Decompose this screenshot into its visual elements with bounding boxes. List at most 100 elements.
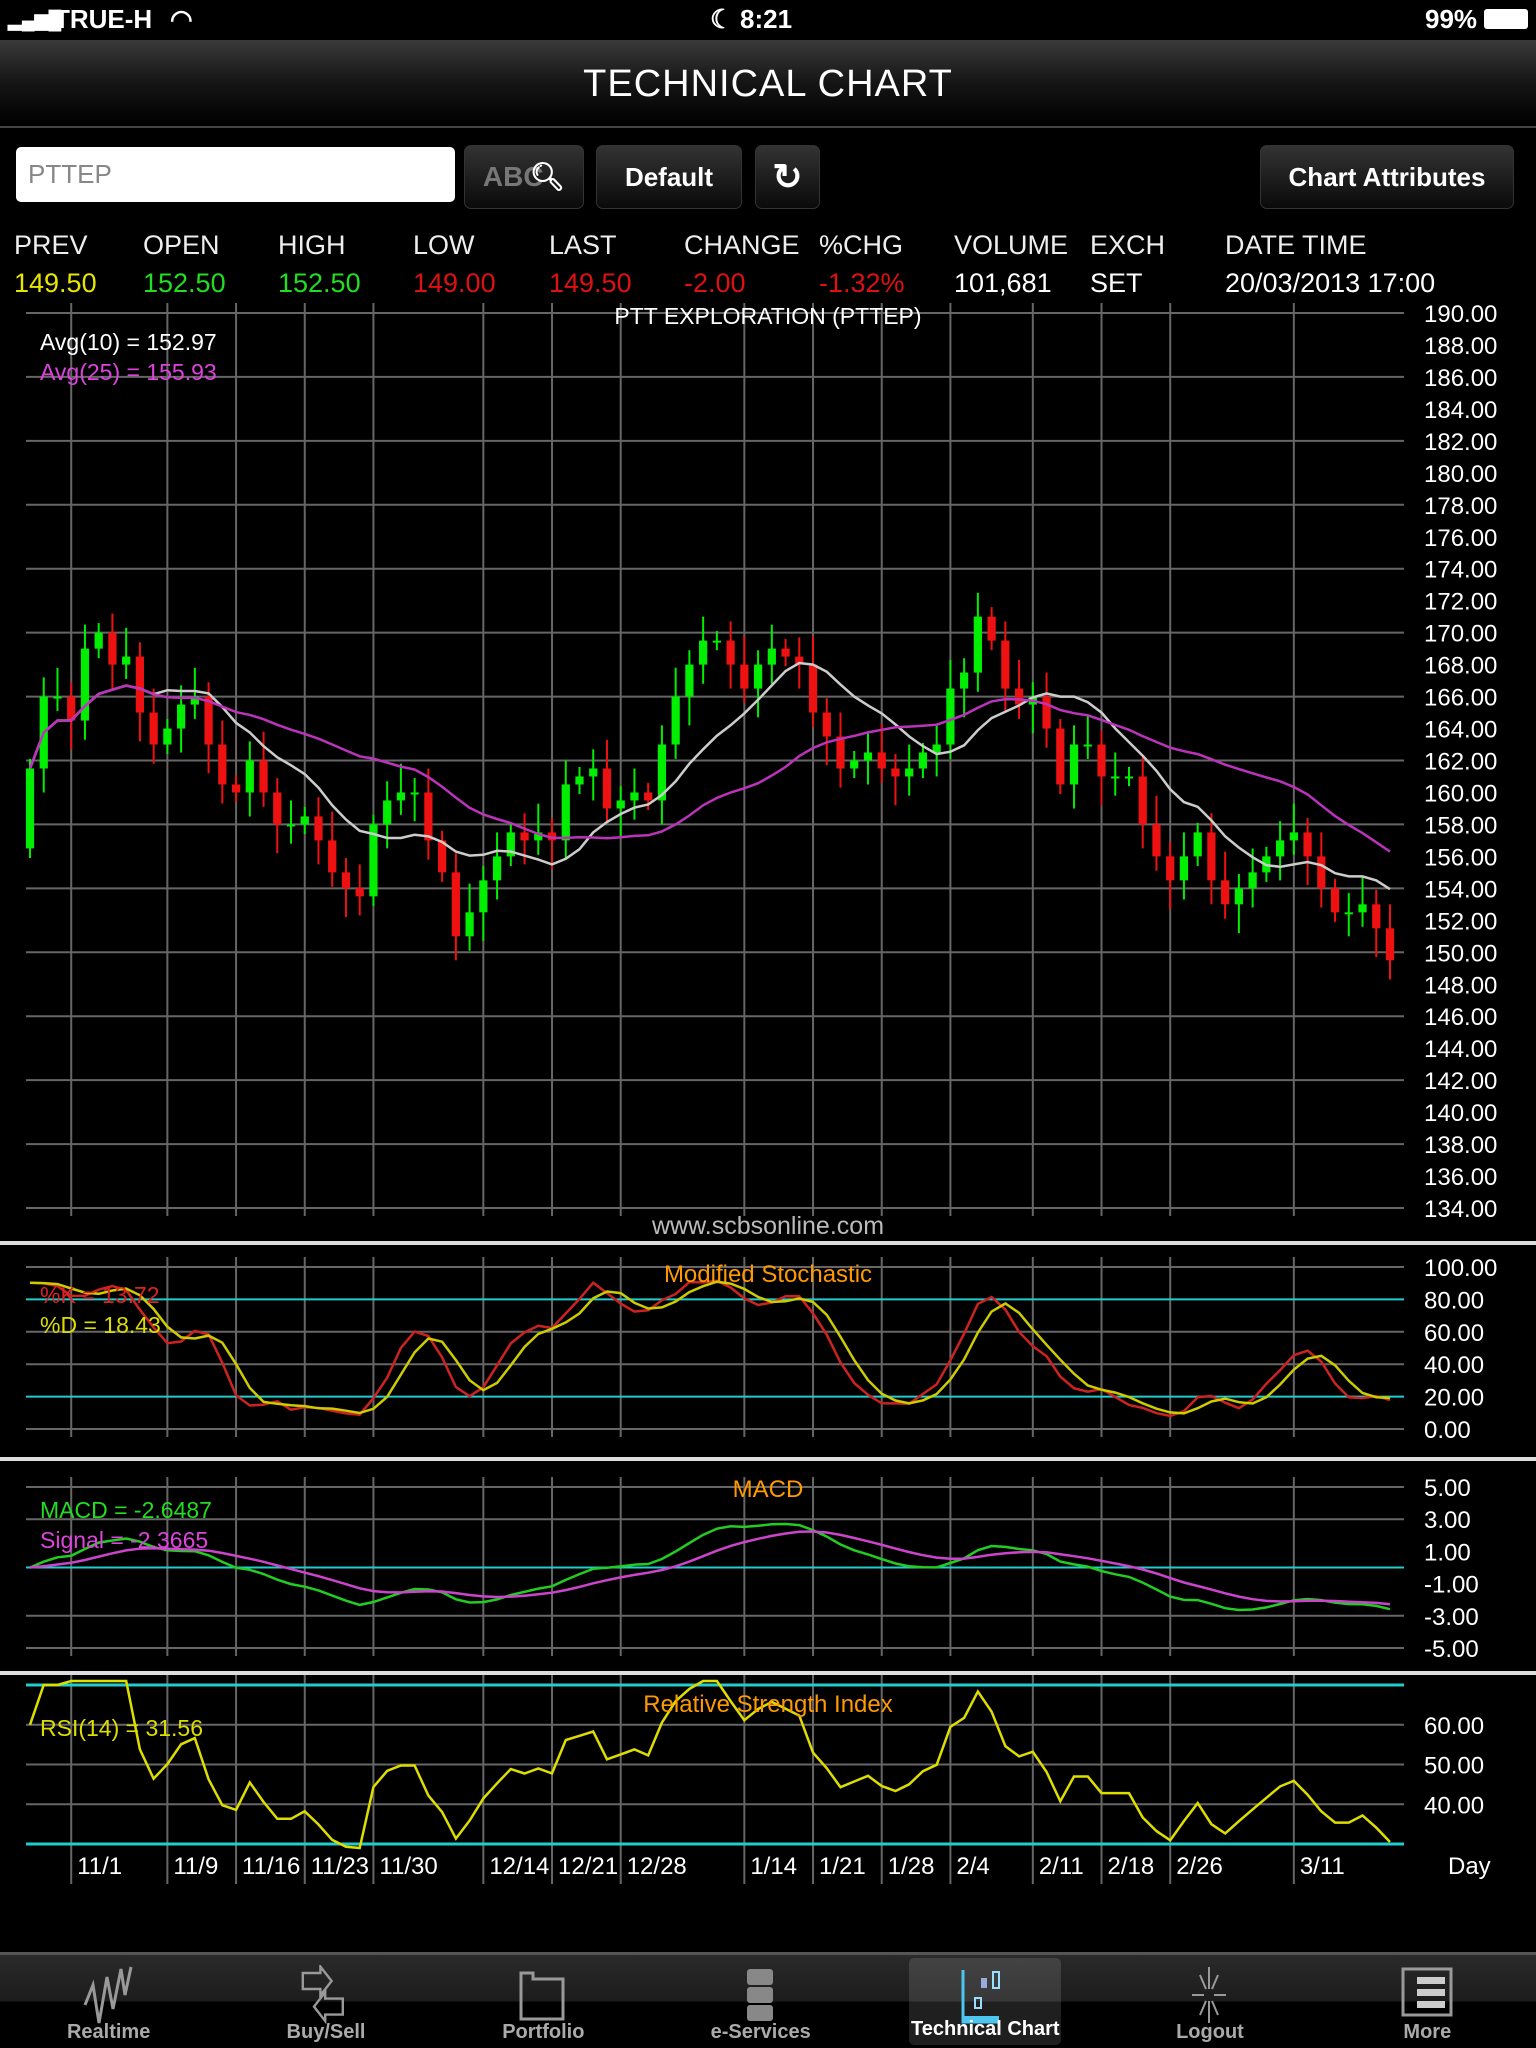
y-tick-label: 40.00: [1424, 1792, 1484, 1819]
candle-body: [53, 696, 62, 699]
x-tick-label: 11/30: [379, 1853, 437, 1880]
candle-body: [328, 840, 337, 873]
y-tick-label: 154.00: [1424, 876, 1497, 903]
cabinet-icon: [746, 1969, 773, 2021]
list-icon: [1401, 1967, 1453, 2017]
candle-body: [1069, 744, 1079, 785]
x-tick-label: 2/26: [1176, 1853, 1223, 1880]
candle-body: [630, 792, 639, 801]
candle-body: [644, 792, 653, 801]
folder-icon: [519, 1971, 565, 2021]
candle-body: [822, 712, 831, 737]
y-tick-label: 190.00: [1424, 301, 1497, 328]
x-tick-label: 2/18: [1108, 1853, 1155, 1880]
candle-body: [1001, 640, 1010, 689]
y-tick-label: 156.00: [1424, 844, 1497, 871]
panel-title: MACD: [733, 1476, 804, 1503]
y-tick-label: 60.00: [1424, 1320, 1484, 1347]
y-tick-label: 182.00: [1424, 429, 1497, 456]
candle-body: [1166, 856, 1175, 881]
candle-body: [273, 792, 282, 825]
x-tick-label: 11/16: [242, 1853, 300, 1880]
candle-body: [1317, 856, 1326, 889]
pulse-icon: [83, 1966, 133, 2024]
candle-body: [1289, 832, 1298, 841]
candle-body: [1014, 688, 1024, 705]
candle-body: [905, 768, 914, 777]
y-tick-label: 0.00: [1424, 1417, 1471, 1444]
candle-body: [410, 792, 419, 795]
y-tick-label: 174.00: [1424, 557, 1497, 584]
candle-body: [1193, 832, 1202, 857]
candle-body: [753, 664, 763, 689]
candle-body: [396, 792, 406, 801]
y-tick-label: 180.00: [1424, 461, 1497, 488]
candle-body: [300, 816, 309, 825]
y-tick-label: 186.00: [1424, 365, 1497, 392]
x-axis-label: Day: [1448, 1853, 1491, 1880]
candle-body: [712, 640, 721, 643]
candle-body: [1358, 904, 1367, 913]
candle-body: [973, 616, 982, 673]
y-tick-label: 162.00: [1424, 749, 1497, 776]
candle-body: [946, 688, 955, 745]
candle-body: [245, 760, 254, 793]
y-tick-label: 176.00: [1424, 525, 1497, 552]
candle-body: [1056, 728, 1065, 785]
candle-body: [259, 760, 268, 793]
candle-body: [781, 648, 790, 657]
y-tick-label: -3.00: [1424, 1604, 1479, 1631]
y-tick-label: 140.00: [1424, 1100, 1497, 1127]
candle-body: [1138, 776, 1147, 825]
candle-body: [520, 832, 529, 841]
legend-entry: Avg(10) = 152.97: [40, 329, 217, 355]
y-tick-label: 5.00: [1424, 1475, 1471, 1502]
candle-body: [1152, 824, 1161, 857]
candle-body: [149, 712, 158, 745]
candle-body: [1124, 776, 1134, 779]
candle-body: [1330, 888, 1340, 913]
candle-body: [1275, 840, 1285, 857]
candle-body: [108, 632, 117, 665]
candle-body: [891, 768, 900, 777]
tab-technical-chart[interactable]: Technical Chart: [909, 1958, 1062, 2045]
x-tick-label: 1/21: [819, 1853, 866, 1880]
candle-body: [355, 888, 364, 897]
legend-entry: RSI(14) = 31.56: [40, 1715, 203, 1741]
candle-body: [1344, 912, 1353, 915]
tab-e-services[interactable]: e-Services: [652, 1955, 869, 2048]
panel-title: Modified Stochastic: [664, 1261, 872, 1288]
candle-body: [671, 696, 680, 745]
candle-body: [808, 664, 818, 713]
tab-more[interactable]: More: [1319, 1955, 1536, 2048]
tab-buy-sell[interactable]: Buy/Sell: [217, 1955, 434, 2048]
y-tick-label: 100.00: [1424, 1255, 1497, 1282]
candle-body: [176, 704, 186, 729]
candle-body: [740, 664, 749, 689]
candle-body: [1385, 928, 1395, 961]
tab-realtime[interactable]: Realtime: [0, 1955, 217, 2048]
y-tick-label: 136.00: [1424, 1164, 1497, 1191]
legend-entry: Avg(25) = 155.93: [40, 359, 217, 385]
y-tick-label: 160.00: [1424, 780, 1497, 807]
tab-logout[interactable]: Logout: [1101, 1955, 1318, 2048]
moving-average-line: [28, 684, 1391, 853]
candle-body: [1303, 832, 1312, 857]
candle-body: [602, 768, 612, 809]
candle-body: [218, 744, 227, 785]
legend-entry: MACD = -2.6487: [40, 1497, 212, 1523]
candle-body: [767, 648, 776, 665]
candle-body: [135, 656, 145, 713]
x-tick-label: 12/28: [627, 1853, 687, 1880]
y-tick-label: -1.00: [1424, 1572, 1479, 1599]
y-tick-label: 138.00: [1424, 1132, 1497, 1159]
legend-entry: Signal = -2.3665: [40, 1527, 208, 1553]
candle-body: [1207, 832, 1216, 881]
x-tick-label: 11/1: [77, 1853, 122, 1880]
candle-body: [699, 640, 708, 665]
candle-body: [616, 800, 625, 809]
candle-body: [286, 824, 296, 827]
logout-icon: [1191, 1967, 1226, 2023]
x-tick-label: 2/4: [956, 1853, 989, 1880]
tab-portfolio[interactable]: Portfolio: [435, 1955, 652, 2048]
